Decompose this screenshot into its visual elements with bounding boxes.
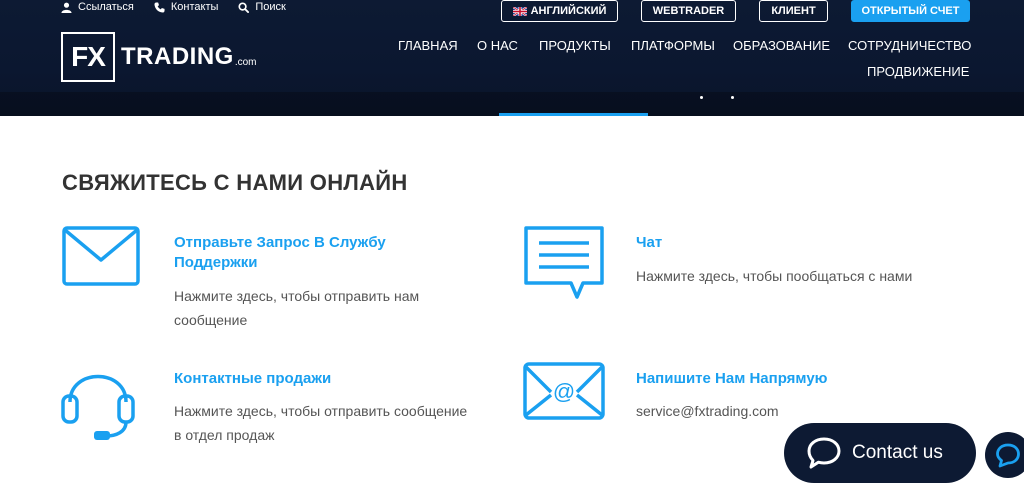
top-link-refer[interactable]: Ссылаться — [61, 0, 134, 14]
logo-mark: FX — [61, 32, 115, 82]
headset-icon — [61, 374, 135, 440]
top-link-contacts[interactable]: Контакты — [154, 0, 219, 14]
open-account-button[interactable]: ОТКРЫТЫЙ СЧЕТ — [851, 0, 970, 22]
nav-item-home[interactable]: ГЛАВНАЯ — [398, 38, 458, 53]
page-title: СВЯЖИТЕСЬ С НАМИ ОНЛАЙН — [62, 170, 408, 195]
phone-icon — [154, 1, 165, 13]
contact-us-button[interactable]: Contact us — [784, 423, 976, 483]
card-description: Нажмите здесь, чтобы отправить сообщение… — [174, 399, 467, 447]
chat-launcher-button[interactable] — [985, 432, 1024, 478]
active-slide-indicator — [499, 113, 648, 116]
chat-icon — [996, 443, 1020, 468]
webtrader-button[interactable]: WEBTRADER — [641, 0, 736, 22]
nav-item-education[interactable]: ОБРАЗОВАНИЕ — [733, 38, 830, 53]
card-desc-line: Нажмите здесь, чтобы отправить сообщение — [174, 403, 468, 419]
top-link-label: Ссылаться — [78, 1, 134, 13]
email-icon: @ — [523, 362, 605, 420]
chat-bubble-icon — [524, 226, 604, 299]
user-icon — [61, 2, 72, 13]
card-description: Нажмите здесь, чтобы отправить нам сообщ… — [174, 284, 419, 332]
email-address[interactable]: service@fxtrading.com — [636, 399, 779, 423]
language-label: АНГЛИЙСКИЙ — [530, 5, 607, 17]
site-logo[interactable]: FX TRADING .com — [61, 32, 257, 82]
nav-item-products[interactable]: ПРОДУКТЫ — [539, 38, 611, 53]
top-link-label: Поиск — [255, 1, 286, 13]
logo-wordmark: TRADING — [121, 43, 234, 70]
card-description: Нажмите здесь, чтобы пообщаться с нами — [636, 264, 912, 288]
search-icon — [238, 1, 250, 13]
support-request-link[interactable]: Отправьте Запрос В Службу Поддержки — [174, 233, 386, 273]
chat-link[interactable]: Чат — [636, 233, 662, 253]
card-title-line: Отправьте Запрос В Службу — [174, 234, 386, 251]
card-title-line: Напишите Нам Напрямую — [636, 370, 828, 387]
language-button[interactable]: АНГЛИЙСКИЙ — [501, 0, 618, 22]
top-link-label: Контакты — [170, 1, 219, 13]
client-button[interactable]: КЛИЕНТ — [759, 0, 828, 22]
contact-us-label: Contact us — [852, 442, 943, 463]
slider-dot[interactable] — [731, 96, 734, 99]
slider-dot[interactable] — [700, 96, 703, 99]
nav-item-promotion[interactable]: ПРОДВИЖЕНИЕ — [867, 64, 969, 79]
card-desc-line: сообщение — [174, 312, 248, 328]
chat-bubble-icon — [807, 437, 841, 469]
card-title-line: Поддержки — [174, 254, 258, 271]
nav-item-about[interactable]: О НАС — [477, 38, 518, 53]
svg-text:@: @ — [553, 379, 575, 404]
top-links: Ссылаться Контакты Поиск — [61, 0, 286, 14]
top-link-search[interactable]: Поиск — [238, 0, 286, 14]
card-title-line: Контактные продажи — [174, 370, 332, 387]
envelope-icon — [62, 226, 140, 286]
card-desc-line: Нажмите здесь, чтобы пообщаться с нами — [636, 268, 913, 284]
card-desc-line: Нажмите здесь, чтобы отправить нам — [174, 288, 420, 304]
nav-item-platforms[interactable]: ПЛАТФОРМЫ — [631, 38, 715, 53]
card-description: service@fxtrading.com — [636, 399, 779, 423]
logo-suffix: .com — [234, 56, 257, 68]
nav-item-partnership[interactable]: СОТРУДНИЧЕСТВО — [848, 38, 971, 53]
card-desc-line: в отдел продаж — [174, 427, 275, 443]
uk-flag-icon — [512, 6, 527, 16]
card-title-line: Чат — [636, 234, 663, 251]
site-header: Ссылаться Контакты Поиск АНГЛИЙСКИЙ WEBT… — [0, 0, 1024, 116]
email-direct-link[interactable]: Напишите Нам Напрямую — [636, 369, 827, 389]
sales-contact-link[interactable]: Контактные продажи — [174, 369, 331, 389]
